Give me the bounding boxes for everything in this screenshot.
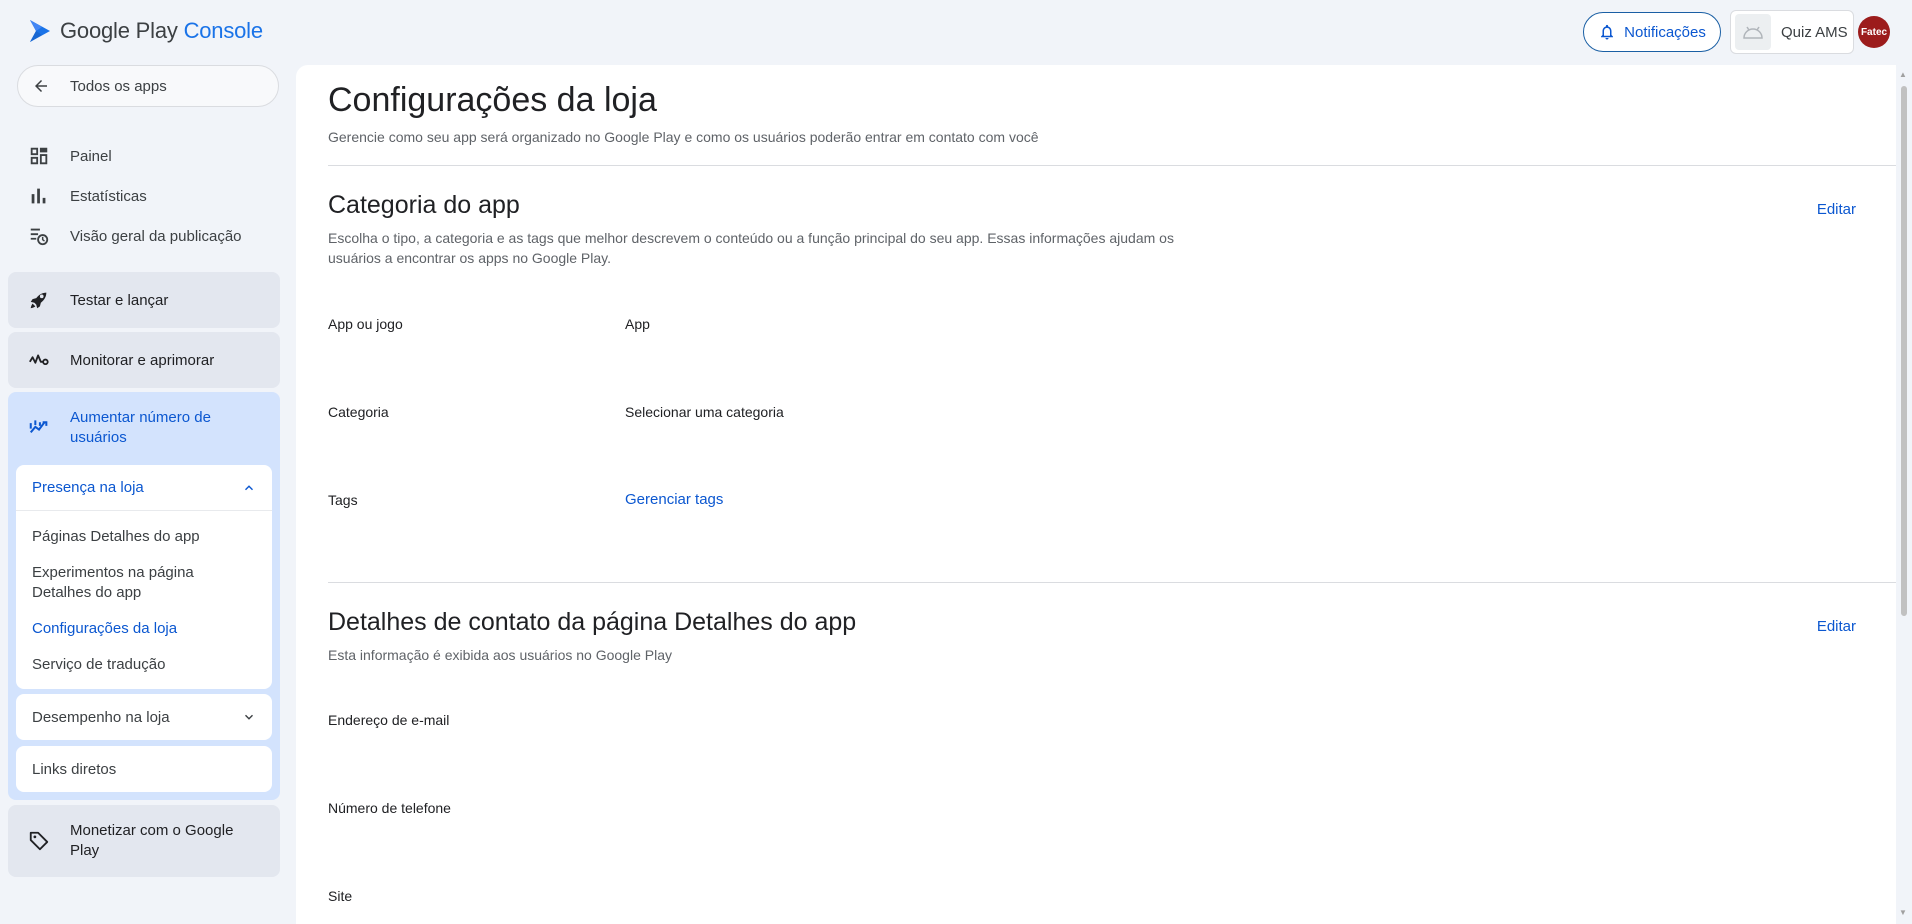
field-label-tags: Tags [328,492,358,508]
category-section-title: Categoria do app [328,191,520,219]
sidebar-item-label: Estatísticas [70,187,147,205]
nav-store-listings[interactable]: Páginas Detalhes do app [32,527,200,547]
store-performance-label: Desempenho na loja [32,708,170,726]
sidebar-card-label: Monetizar com o Google Play [70,822,234,859]
deep-links-label: Links diretos [32,760,117,778]
grow-users-icon [29,420,48,433]
sidebar-card-monitor-improve[interactable]: Monitorar e aprimorar [8,332,280,388]
monitor-pulse-icon [29,354,49,366]
bell-icon [1601,24,1614,40]
sidebar-card-monetize[interactable]: Monetizar com o Google Play [8,805,280,877]
logo-text: Google Play Console [60,18,263,44]
page-subtitle: Gerencie como seu app será organizado no… [328,129,1039,145]
page-title: Configurações da loja [328,81,657,119]
google-play-logo-icon [30,20,50,42]
nav-store-listing-experiments[interactable]: Experimentos na página Detalhes do app [32,563,232,603]
tag-icon [29,831,49,851]
field-label-category: Categoria [328,404,389,420]
store-presence-header[interactable]: Presença na loja [16,465,272,511]
sidebar-card-test-release[interactable]: Testar e lançar [8,272,280,328]
contact-edit-link[interactable]: Editar [1817,618,1856,635]
manage-tags-link[interactable]: Gerenciar tags [625,491,723,508]
chevron-down-icon [245,714,253,720]
notifications-label: Notificações [1624,23,1706,41]
store-performance-panel[interactable]: Desempenho na loja [16,694,272,740]
app-name: Quiz AMS [1781,23,1848,41]
sidebar-card-label: Testar e lançar [70,291,169,309]
sidebar-item-label: Painel [70,147,112,165]
chevron-up-icon [245,484,253,490]
contact-section-title: Detalhes de contato da página Detalhes d… [328,608,857,636]
contact-section-description: Esta informação é exibida aos usuários n… [328,647,672,663]
scrollbar-thumb[interactable] [1901,86,1907,616]
scroll-down-arrow-icon[interactable]: ▼ [1899,908,1907,917]
field-value-category: Selecionar uma categoria [625,404,784,420]
field-label-email: Endereço de e-mail [328,712,450,728]
nav-store-settings[interactable]: Configurações da loja [32,619,177,639]
nav-translation-service[interactable]: Serviço de tradução [32,655,165,675]
sidebar-item-statistics[interactable]: Estatísticas [28,185,147,207]
notifications-button[interactable]: Notificações [1583,12,1721,52]
divider [328,165,1896,166]
sidebar-card-label: Monitorar e aprimorar [70,351,215,369]
all-apps-button[interactable]: Todos os apps [17,65,279,107]
publishing-overview-icon [30,228,49,246]
field-label-app-or-game: App ou jogo [328,316,403,332]
main-content: Configurações da loja Gerencie como seu … [296,65,1896,924]
scroll-up-arrow-icon[interactable]: ▲ [1899,70,1907,79]
divider [328,582,1896,583]
field-label-phone: Número de telefone [328,800,451,816]
category-edit-link[interactable]: Editar [1817,201,1856,218]
logo-google-play: Google Play [60,18,178,43]
app-selector[interactable]: Quiz AMS [1730,10,1854,54]
bar-chart-icon [31,188,46,204]
category-section-description: Escolha o tipo, a categoria e as tags qu… [328,230,1174,266]
sidebar-item-dashboard[interactable]: Painel [28,145,112,167]
arrow-back-icon [35,80,47,92]
store-presence-label: Presença na loja [32,479,144,496]
dashboard-icon [30,147,48,165]
logo-console: Console [183,18,264,43]
sidebar-item-label: Visão geral da publicação [70,227,242,245]
android-app-icon [1735,14,1771,50]
deep-links-panel[interactable]: Links diretos [16,746,272,792]
rocket-icon [30,292,47,309]
field-value-app-or-game: App [625,316,650,332]
field-label-website: Site [328,888,353,904]
all-apps-label: Todos os apps [70,77,167,95]
sidebar-item-publishing-overview[interactable]: Visão geral da publicação [28,225,242,247]
avatar[interactable]: Fatec [1858,16,1890,48]
google-play-console-logo[interactable]: Google Play Console [28,18,263,44]
sidebar-card-label: Aumentar número de usuários [70,409,211,446]
